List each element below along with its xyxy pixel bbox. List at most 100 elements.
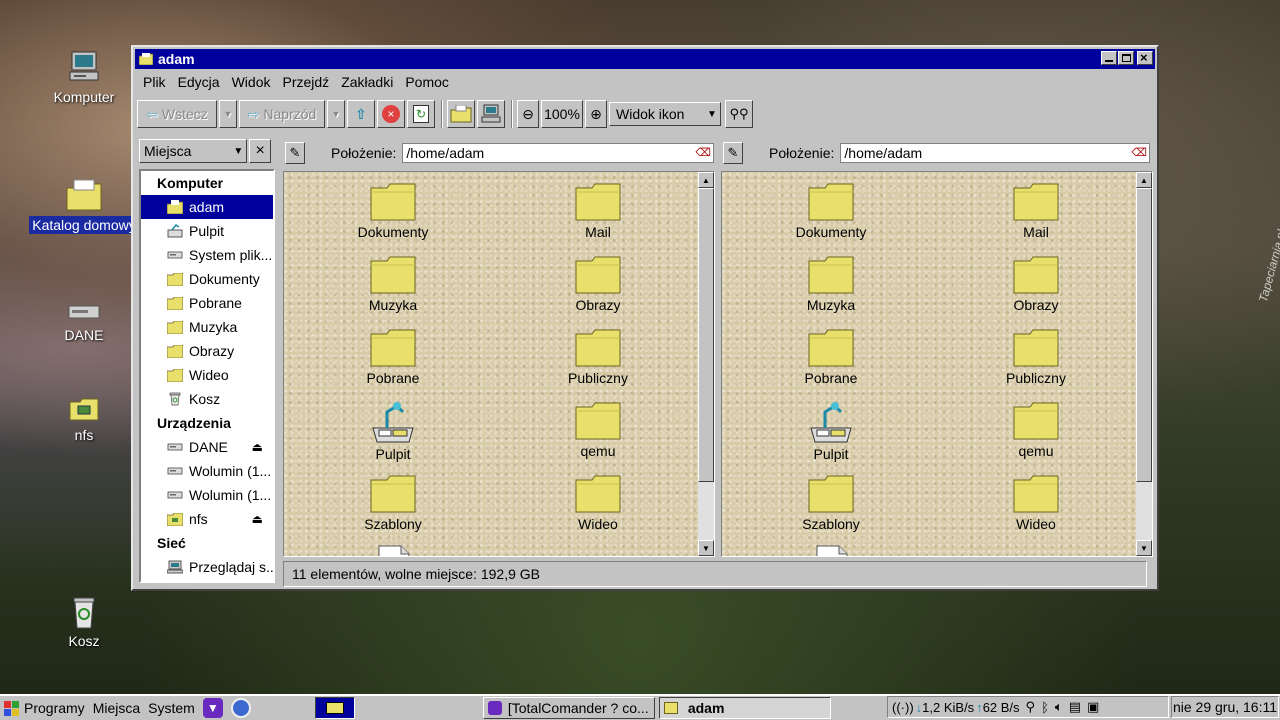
sidebar-item-system-plikow[interactable]: System plik... <box>141 243 273 267</box>
forward-button[interactable]: ⇨ Naprzód <box>239 100 325 128</box>
sidebar-item-muzyka[interactable]: Muzyka <box>141 315 273 339</box>
menu-przejdz[interactable]: Przejdź <box>277 74 336 90</box>
file-item[interactable]: Wideo <box>956 474 1116 532</box>
file-item[interactable]: Publiczny <box>956 328 1116 386</box>
file-item[interactable]: Dokumenty <box>751 182 911 240</box>
system-menu[interactable]: System <box>144 697 199 719</box>
file-item[interactable] <box>313 544 473 556</box>
zoom-in-button[interactable]: ⊕ <box>585 100 607 128</box>
back-button[interactable]: ⇦ Wstecz <box>137 100 217 128</box>
file-item[interactable]: Muzyka <box>751 255 911 313</box>
view-mode-select[interactable]: Widok ikon ▼ <box>609 102 721 126</box>
desktop-icon-dane[interactable]: DANE <box>29 300 139 344</box>
desktop-icon-kosz[interactable]: Kosz <box>29 594 139 650</box>
sidebar-item-wideo[interactable]: Wideo <box>141 363 273 387</box>
menu-pomoc[interactable]: Pomoc <box>399 74 455 90</box>
show-desktop-button[interactable] <box>314 697 355 719</box>
desktop-icon-komputer[interactable]: Komputer <box>29 50 139 106</box>
zoom-out-button[interactable]: ⊖ <box>517 100 539 128</box>
clear-location-icon[interactable]: ⌫ <box>1131 147 1147 159</box>
sidebar-item-adam[interactable]: adam <box>141 195 273 219</box>
search-button[interactable]: ⚲⚲ <box>725 100 753 128</box>
sidebar-item-kosz[interactable]: Kosz <box>141 387 273 411</box>
file-item[interactable]: qemu <box>956 401 1116 459</box>
sidebar-type-select[interactable]: Miejsca ▼ <box>139 139 248 163</box>
right-file-pane[interactable]: Dokumenty Mail Muzyka Obrazy Pobrane Pub… <box>721 171 1153 557</box>
location-input[interactable]: /home/adam ⌫ <box>402 143 715 163</box>
file-item[interactable]: Mail <box>956 182 1116 240</box>
file-item[interactable]: qemu <box>518 401 678 459</box>
file-item[interactable]: Publiczny <box>518 328 678 386</box>
zoom-level[interactable]: 100% <box>541 100 583 128</box>
scroll-down-icon[interactable]: ▼ <box>1136 540 1152 556</box>
sidebar-item-przegladaj-siec[interactable]: Przeglądaj s... <box>141 555 273 579</box>
close-button[interactable]: × <box>1137 50 1153 65</box>
file-item[interactable]: Pulpit <box>751 400 911 462</box>
sidebar-item-obrazy[interactable]: Obrazy <box>141 339 273 363</box>
menu-widok[interactable]: Widok <box>226 74 277 90</box>
clock[interactable]: nie 29 gru, 16:11 <box>1171 696 1279 718</box>
sidebar-close-button[interactable]: × <box>249 139 271 163</box>
programs-menu[interactable]: Programy <box>0 697 89 719</box>
file-item[interactable]: Obrazy <box>956 255 1116 313</box>
task-totalcomander[interactable]: [TotalComander ? co... <box>482 697 655 719</box>
network-status-icon[interactable]: ⚲ <box>1026 699 1036 715</box>
file-item[interactable]: Pobrane <box>313 328 473 386</box>
wifi-icon[interactable]: ((·)) <box>892 700 914 715</box>
menu-plik[interactable]: Plik <box>137 74 172 90</box>
home-button[interactable] <box>447 100 475 128</box>
file-item[interactable]: Muzyka <box>313 255 473 313</box>
launcher-app[interactable] <box>227 697 255 719</box>
file-item[interactable]: Obrazy <box>518 255 678 313</box>
scroll-thumb[interactable] <box>698 188 714 482</box>
eject-icon[interactable]: ⏏ <box>252 440 263 454</box>
file-item[interactable]: Szablony <box>313 474 473 532</box>
scroll-thumb[interactable] <box>1136 188 1152 482</box>
task-adam[interactable]: adam <box>658 697 831 719</box>
location-input[interactable]: /home/adam ⌫ <box>840 143 1151 163</box>
sidebar-item-pulpit[interactable]: Pulpit <box>141 219 273 243</box>
desktop-icon-nfs[interactable]: nfs <box>29 394 139 444</box>
clipboard-icon[interactable]: ▤ <box>1069 699 1081 715</box>
sidebar-item-dokumenty[interactable]: Dokumenty <box>141 267 273 291</box>
file-item[interactable]: Mail <box>518 182 678 240</box>
file-item[interactable]: Pobrane <box>751 328 911 386</box>
menu-zakladki[interactable]: Zakładki <box>335 74 399 90</box>
forward-history-button[interactable]: ▼ <box>327 100 345 128</box>
sidebar-item-wolumin-1[interactable]: Wolumin (1... <box>141 459 273 483</box>
sidebar-item-nfs[interactable]: nfs ⏏ <box>141 507 273 531</box>
maximize-button[interactable] <box>1118 51 1134 65</box>
file-item[interactable]: Pulpit <box>313 400 473 462</box>
edit-location-button[interactable]: ✎ <box>285 142 305 164</box>
titlebar[interactable]: adam × <box>135 49 1155 69</box>
scroll-up-icon[interactable]: ▲ <box>698 172 714 188</box>
clear-location-icon[interactable]: ⌫ <box>695 147 711 159</box>
places-menu[interactable]: Miejsca <box>89 697 144 719</box>
vertical-scrollbar[interactable]: ▲ ▼ <box>698 172 714 556</box>
eject-icon[interactable]: ⏏ <box>252 512 263 526</box>
reload-button[interactable]: ↻ <box>407 100 435 128</box>
sidebar-item-dane[interactable]: DANE ⏏ <box>141 435 273 459</box>
scroll-down-icon[interactable]: ▼ <box>698 540 714 556</box>
computer-button[interactable] <box>477 100 505 128</box>
minimize-button[interactable] <box>1101 51 1117 65</box>
menu-edycja[interactable]: Edycja <box>172 74 226 90</box>
vertical-scrollbar[interactable]: ▲ ▼ <box>1136 172 1152 556</box>
sidebar-item-pobrane[interactable]: Pobrane <box>141 291 273 315</box>
file-item[interactable]: Wideo <box>518 474 678 532</box>
user-icon[interactable]: ▣ <box>1087 699 1099 715</box>
back-history-button[interactable]: ▼ <box>219 100 237 128</box>
edit-location-button[interactable]: ✎ <box>723 142 743 164</box>
file-item[interactable] <box>751 544 911 556</box>
bluetooth-icon[interactable]: ᛒ <box>1041 700 1049 715</box>
file-item[interactable]: Szablony <box>751 474 911 532</box>
left-file-pane[interactable]: Dokumenty Mail Muzyka Obrazy Pobrane Pub… <box>283 171 715 557</box>
file-item[interactable]: Dokumenty <box>313 182 473 240</box>
up-button[interactable]: ⇧ <box>347 100 375 128</box>
sidebar-item-wolumin-2[interactable]: Wolumin (1... <box>141 483 273 507</box>
launcher-browser[interactable]: ▼ <box>199 697 227 719</box>
desktop-icon-katalog-domowy[interactable]: Katalog domowy <box>29 178 139 234</box>
scroll-up-icon[interactable]: ▲ <box>1136 172 1152 188</box>
stop-button[interactable]: × <box>377 100 405 128</box>
volume-icon[interactable]: 🔈︎ <box>1055 699 1063 715</box>
